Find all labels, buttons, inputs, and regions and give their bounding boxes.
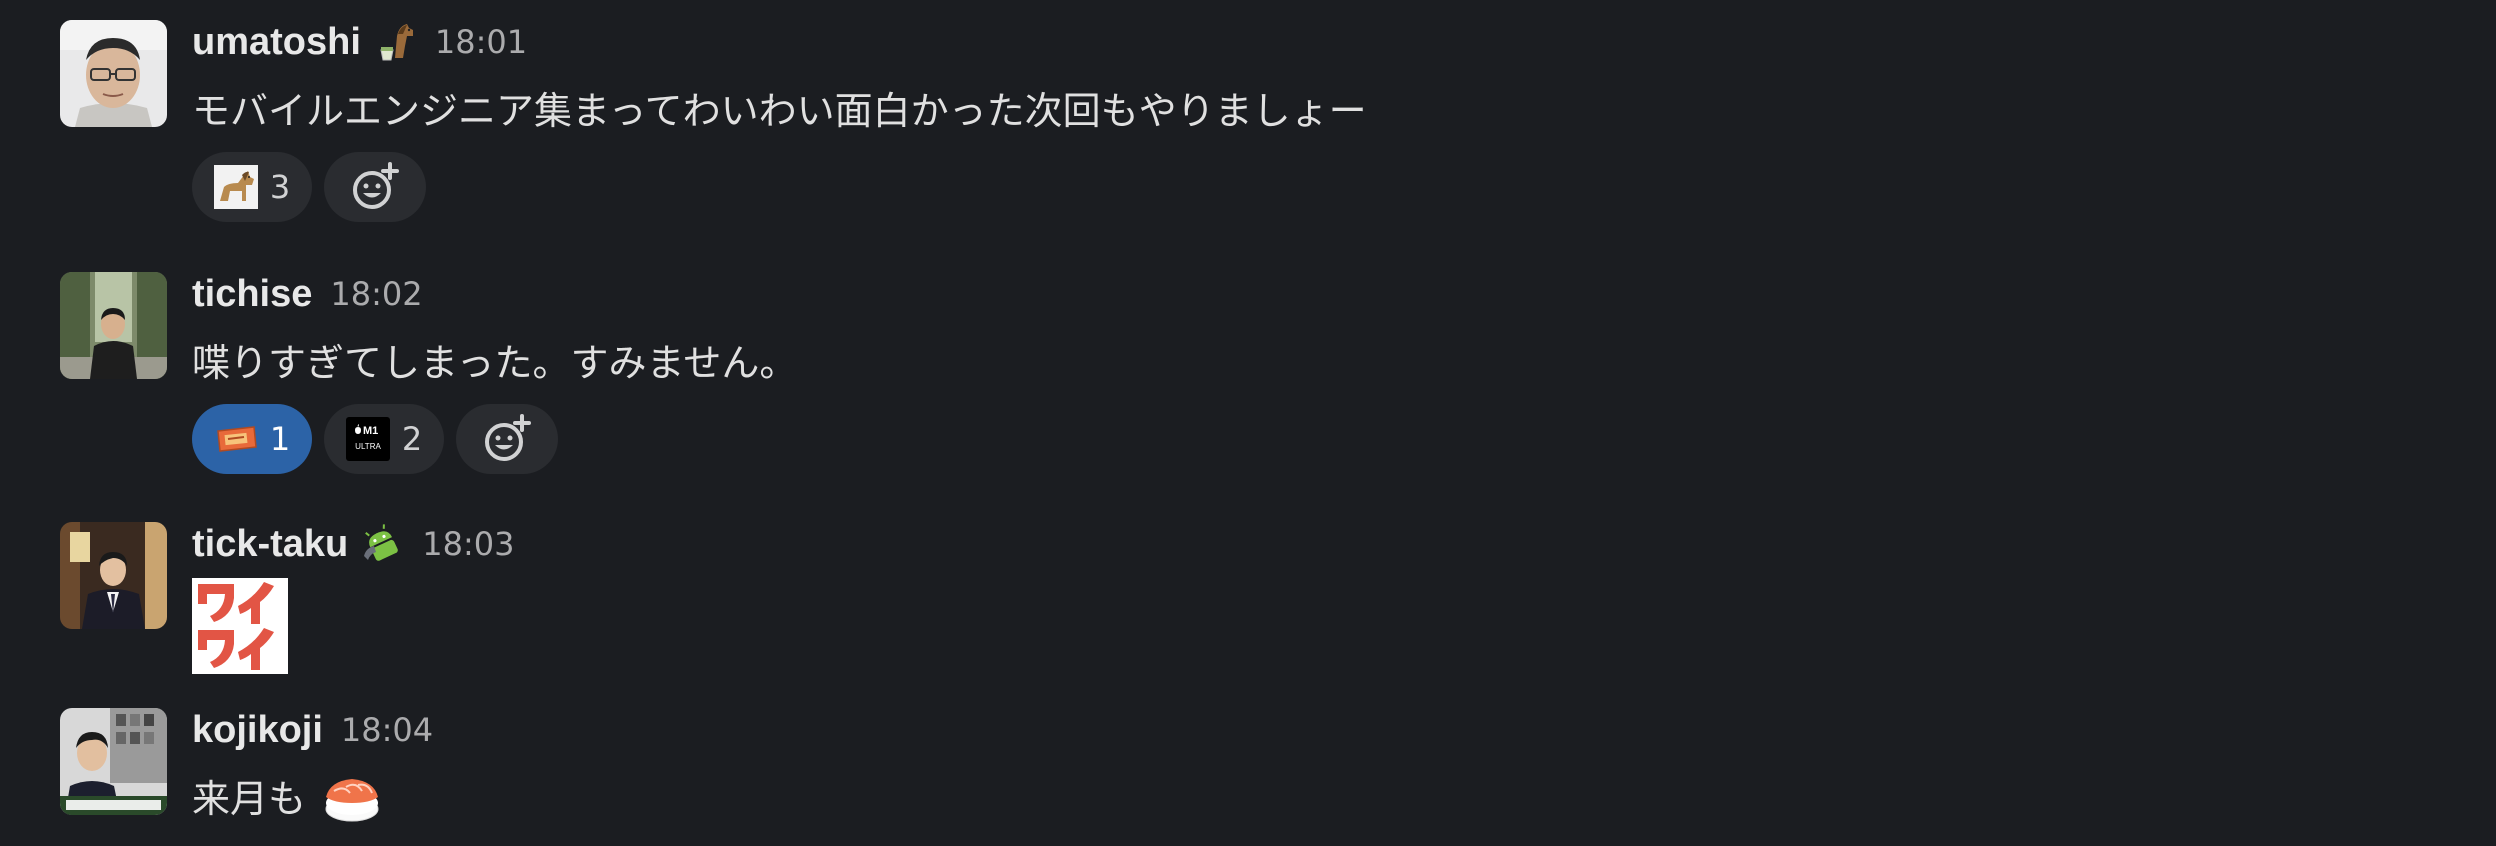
avatar-tick-taku[interactable] [60,522,167,629]
reaction-ticket[interactable]: 1 [192,404,312,474]
message-header: kojikoji 18:04 [192,708,433,752]
username[interactable]: umatoshi [192,21,361,64]
timestamp[interactable]: 18:03 [422,525,514,563]
reaction-count: 2 [401,420,423,458]
message-text: 来月も [192,776,307,821]
message-text: 喋りすぎてしまった。すみません。 [192,340,798,385]
message-text: モバイルエンジニア集まってわいわい面白かった次回もやりましょー [192,88,1367,133]
android-icon [360,522,404,566]
reaction-horse[interactable]: 3 [192,152,312,222]
horse-and-cup-icon [373,20,417,64]
message-body: 来月も [192,762,384,828]
waiwai-custom-emoji [192,578,288,674]
sushi-icon [325,779,379,822]
reaction-count: 3 [269,168,291,206]
add-reaction-button[interactable] [456,404,558,474]
chip-label-bottom: ULTRA [355,442,381,451]
avatar-kojikoji[interactable] [60,708,167,815]
m1-ultra-chip-icon: M1 ULTRA [345,417,390,461]
add-emoji-icon [485,414,531,461]
timestamp[interactable]: 18:01 [435,23,527,61]
timestamp[interactable]: 18:02 [330,275,422,313]
avatar-umatoshi[interactable] [60,20,167,127]
username[interactable]: tichise [192,273,312,316]
chip-label-top: M1 [363,425,378,437]
reaction-bar: 3 [192,152,426,222]
message-header: umatoshi 18:01 [192,20,527,64]
custom-emoji-message [192,578,288,674]
avatar-tichise[interactable] [60,272,167,379]
message-header: tick-taku 18:03 [192,522,515,566]
timestamp[interactable]: 18:04 [341,711,433,749]
message-header: tichise 18:02 [192,272,423,316]
add-reaction-button[interactable] [324,152,426,222]
ticket-icon [216,426,257,452]
reaction-bar: 1 M1 ULTRA 2 [192,404,558,474]
reaction-m1-ultra[interactable]: M1 ULTRA 2 [324,404,444,474]
username[interactable]: tick-taku [192,523,348,566]
username[interactable]: kojikoji [192,709,323,752]
add-emoji-icon [353,162,399,209]
reaction-count: 1 [269,420,291,458]
horse-icon [213,165,258,209]
